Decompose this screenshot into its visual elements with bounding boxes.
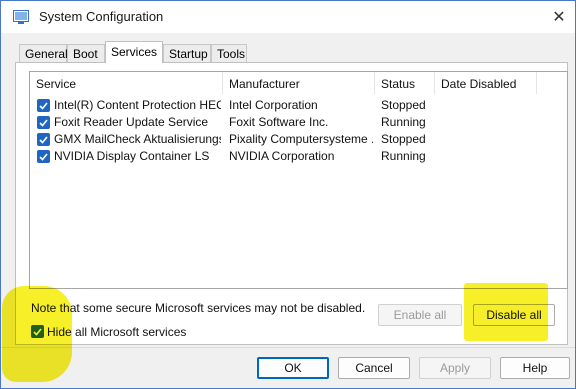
title-bar: System Configuration ✕ bbox=[1, 1, 575, 33]
secure-services-note: Note that some secure Microsoft services… bbox=[31, 301, 366, 315]
msconfig-icon bbox=[13, 10, 29, 24]
service-checkbox[interactable] bbox=[37, 99, 50, 112]
window-title: System Configuration bbox=[39, 9, 164, 24]
system-configuration-window: System Configuration ✕ General Boot Serv… bbox=[0, 0, 576, 389]
tab-boot[interactable]: Boot bbox=[67, 44, 105, 62]
column-header-label: Service bbox=[36, 77, 77, 91]
service-name: NVIDIA Display Container LS bbox=[54, 149, 210, 163]
service-manufacturer: Foxit Software Inc. bbox=[229, 115, 329, 129]
service-manufacturer: Pixality Computersysteme ... bbox=[229, 132, 373, 146]
tab-general[interactable]: General bbox=[19, 44, 68, 62]
service-status: Running bbox=[381, 149, 426, 163]
service-status: Stopped bbox=[381, 98, 426, 112]
checkmark-icon bbox=[39, 118, 48, 127]
help-button[interactable]: Help bbox=[500, 357, 570, 379]
service-status: Stopped bbox=[381, 132, 426, 146]
hide-microsoft-services-checkbox[interactable] bbox=[31, 325, 44, 338]
checkmark-icon bbox=[33, 327, 42, 336]
ok-button[interactable]: OK bbox=[257, 357, 329, 379]
checkmark-icon bbox=[39, 135, 48, 144]
column-header-service[interactable]: Service bbox=[30, 72, 223, 94]
checkmark-icon bbox=[39, 152, 48, 161]
service-name: Foxit Reader Update Service bbox=[54, 115, 209, 129]
services-list[interactable]: Service Manufacturer Status Date Disable… bbox=[29, 71, 568, 289]
table-row[interactable]: Intel(R) Content Protection HEC... Intel… bbox=[30, 97, 567, 114]
tab-services[interactable]: Services bbox=[105, 41, 163, 63]
tab-label: Services bbox=[111, 45, 158, 59]
button-label: Apply bbox=[439, 361, 471, 375]
service-name: GMX MailCheck Aktualisierungsdi... bbox=[54, 132, 221, 146]
button-label: Cancel bbox=[355, 361, 393, 375]
service-status: Running bbox=[381, 115, 426, 129]
enable-all-button[interactable]: Enable all bbox=[378, 304, 462, 326]
column-header-status[interactable]: Status bbox=[375, 72, 435, 94]
checkmark-icon bbox=[39, 101, 48, 110]
tab-startup[interactable]: Startup bbox=[163, 44, 211, 62]
button-label: Disable all bbox=[486, 308, 542, 322]
tab-label: Startup bbox=[169, 47, 208, 61]
cancel-button[interactable]: Cancel bbox=[338, 357, 410, 379]
service-manufacturer: Intel Corporation bbox=[229, 98, 318, 112]
hide-microsoft-services-label[interactable]: Hide all Microsoft services bbox=[47, 325, 186, 339]
column-header-date-disabled[interactable]: Date Disabled bbox=[435, 72, 537, 94]
services-list-header: Service Manufacturer Status Date Disable… bbox=[30, 72, 567, 94]
table-row[interactable]: GMX MailCheck Aktualisierungsdi... Pixal… bbox=[30, 131, 567, 148]
column-header-label: Date Disabled bbox=[441, 77, 517, 91]
column-header-label: Manufacturer bbox=[229, 77, 300, 91]
column-header-manufacturer[interactable]: Manufacturer bbox=[223, 72, 375, 94]
button-label: Help bbox=[522, 361, 548, 375]
service-checkbox[interactable] bbox=[37, 116, 50, 129]
button-label: OK bbox=[284, 361, 302, 375]
tab-tools[interactable]: Tools bbox=[211, 44, 247, 62]
table-row[interactable]: Foxit Reader Update Service Foxit Softwa… bbox=[30, 114, 567, 131]
footer-divider bbox=[1, 347, 575, 348]
tab-label: Boot bbox=[73, 47, 98, 61]
service-checkbox[interactable] bbox=[37, 133, 50, 146]
service-checkbox[interactable] bbox=[37, 150, 50, 163]
disable-all-button[interactable]: Disable all bbox=[473, 304, 555, 326]
close-icon[interactable]: ✕ bbox=[543, 1, 575, 33]
button-label: Enable all bbox=[393, 308, 447, 322]
tab-label: Tools bbox=[217, 47, 246, 61]
tab-label: General bbox=[25, 47, 68, 61]
apply-button[interactable]: Apply bbox=[419, 357, 491, 379]
service-name: Intel(R) Content Protection HEC... bbox=[54, 98, 221, 112]
table-row[interactable]: NVIDIA Display Container LS NVIDIA Corpo… bbox=[30, 148, 567, 165]
column-header-label: Status bbox=[381, 77, 416, 91]
service-manufacturer: NVIDIA Corporation bbox=[229, 149, 335, 163]
